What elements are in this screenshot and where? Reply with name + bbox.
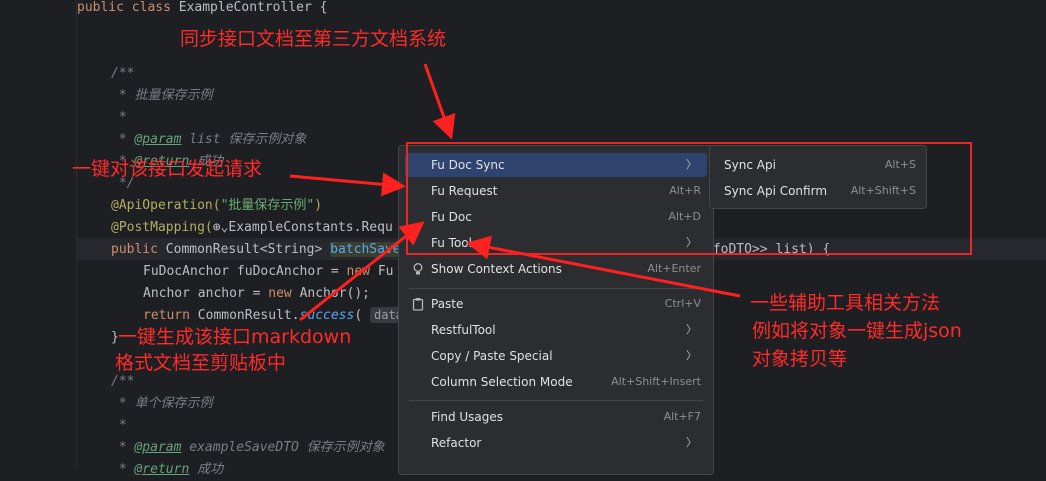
arrow-request (289, 172, 406, 197)
annotation-tool-3: 对象拷贝等 (752, 348, 848, 370)
annotation-markdown-2: 格式文档至剪贴板中 (115, 352, 287, 374)
arrow-markdown (299, 221, 425, 322)
arrow-sync (423, 63, 456, 140)
annotation-arrows (289, 63, 741, 322)
annotation-sync: 同步接口文档至第三方文档系统 (180, 28, 447, 50)
annotation-markdown-1: 一键生成该接口markdown (118, 326, 352, 348)
annotation-tool-2: 例如将对象一键生成json (752, 320, 962, 342)
annotation-tool-1: 一些辅助工具相关方法 (750, 292, 941, 314)
arrow-tool (466, 235, 741, 298)
annotation-request: 一键对该接口发起请求 (72, 158, 263, 180)
